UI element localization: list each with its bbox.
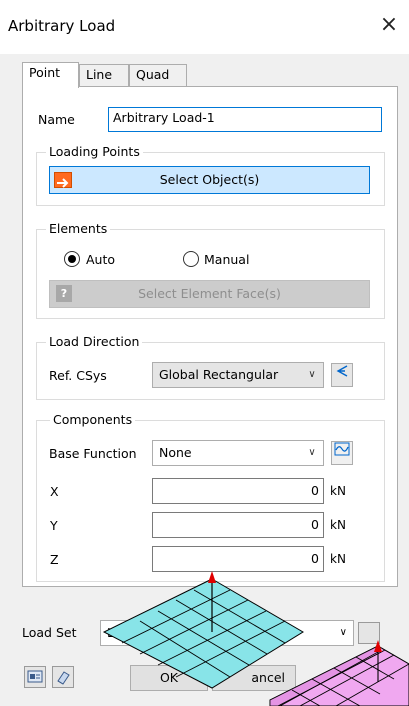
cancel-button[interactable]: ancel (212, 665, 296, 691)
window-title: Arbitrary Load (8, 17, 116, 35)
coordinate-system-icon[interactable] (331, 363, 353, 387)
chevron-down-icon: ∨ (339, 627, 347, 638)
select-element-face-label: Select Element Face(s) (138, 286, 281, 301)
manual-label: Manual (204, 252, 250, 267)
tab-quad[interactable]: Quad (129, 64, 187, 86)
chevron-down-icon: ∨ (308, 369, 316, 380)
z-value-input[interactable]: 0 (152, 546, 324, 572)
load-set-select[interactable]: Lo ∨ (100, 620, 354, 646)
load-set-icon[interactable] (358, 622, 380, 644)
auto-radio[interactable] (64, 251, 80, 267)
load-set-label: Load Set (22, 625, 77, 640)
load-direction-title: Load Direction (46, 334, 143, 349)
elements-title: Elements (46, 221, 111, 236)
loading-points-title: Loading Points (46, 144, 143, 159)
x-label: X (50, 484, 59, 499)
base-function-label: Base Function (49, 446, 137, 461)
manual-radio[interactable] (183, 251, 199, 267)
tab-point[interactable]: Point (22, 62, 79, 88)
y-value-input[interactable]: 0 (152, 512, 324, 538)
z-label: Z (50, 552, 59, 567)
tab-line[interactable]: Line (79, 64, 129, 86)
auto-label: Auto (86, 252, 116, 267)
name-label: Name (38, 112, 75, 127)
ref-csys-select[interactable]: Global Rectangular ∨ (152, 362, 324, 388)
title-bar: Arbitrary Load × (0, 0, 409, 54)
select-object-label: Select Object(s) (159, 172, 260, 187)
z-unit: kN (330, 552, 346, 566)
load-set-value: Lo (107, 625, 122, 640)
select-object-button[interactable]: Select Object(s) (49, 166, 370, 194)
ref-csys-value: Global Rectangular (159, 367, 279, 382)
x-value-input[interactable]: 0 (152, 478, 324, 504)
function-plot-icon[interactable] (331, 441, 353, 465)
base-function-value: None (159, 445, 192, 460)
base-function-select[interactable]: None ∨ (152, 440, 324, 466)
ok-button[interactable]: OK (130, 665, 208, 691)
report-icon[interactable] (24, 666, 46, 688)
y-label: Y (50, 518, 58, 533)
chevron-down-icon: ∨ (308, 447, 316, 458)
select-element-face-button[interactable]: ? Select Element Face(s) (49, 280, 370, 308)
x-unit: kN (330, 484, 346, 498)
eraser-icon[interactable] (52, 666, 74, 688)
select-arrow-icon (54, 172, 72, 188)
question-icon: ? (56, 285, 72, 302)
components-title: Components (50, 412, 136, 427)
name-input[interactable]: Arbitrary Load-1 (108, 107, 382, 132)
close-icon[interactable]: × (375, 10, 403, 40)
y-unit: kN (330, 518, 346, 532)
ref-csys-label: Ref. CSys (49, 368, 107, 383)
